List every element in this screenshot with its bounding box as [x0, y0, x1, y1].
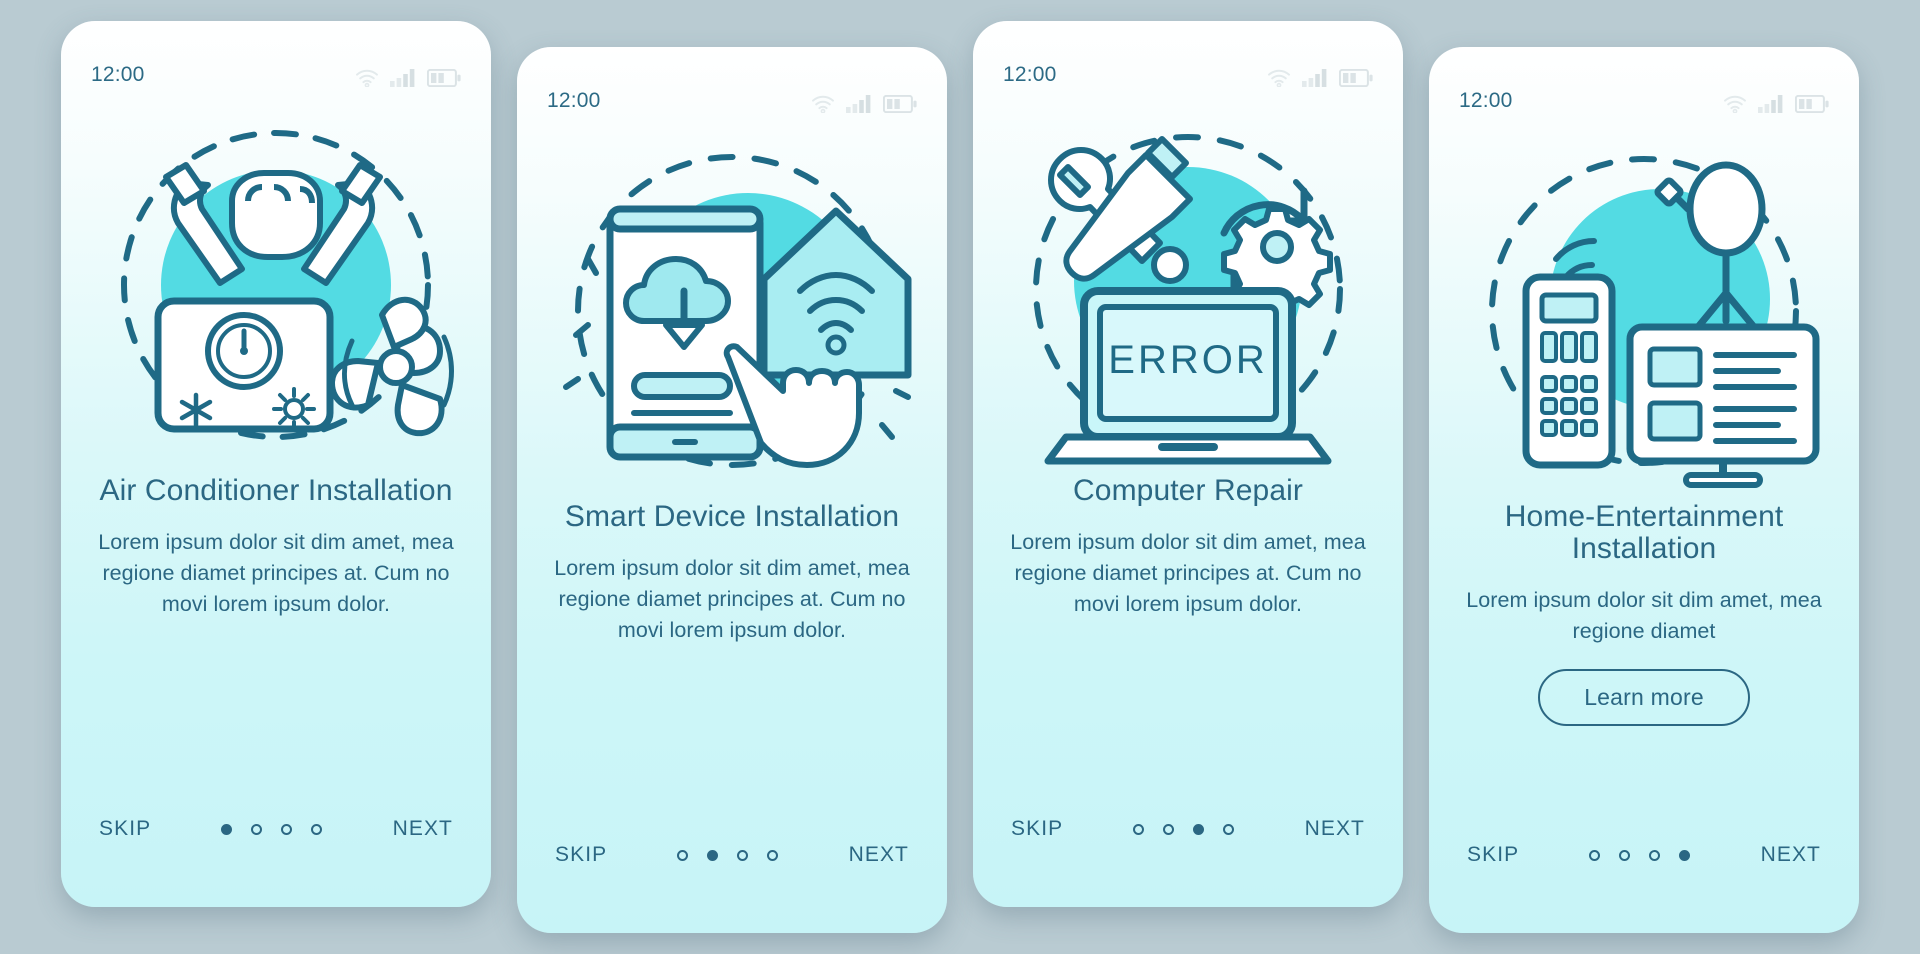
- page-title: Computer Repair: [1073, 474, 1303, 507]
- pagination-dot-1[interactable]: [677, 849, 689, 861]
- text-block: Smart Device Installation Lorem ipsum do…: [517, 501, 947, 646]
- onboarding-footer: SKIP NEXT: [517, 843, 947, 933]
- status-time: 12:00: [91, 63, 145, 86]
- page-description: Lorem ipsum dolor sit dim amet, mea regi…: [554, 555, 910, 642]
- onboarding-screen-computer-repair: 12:00 ERROR Computer Repair Lorem ipsum …: [973, 21, 1403, 907]
- signal-bars-icon: [390, 69, 415, 87]
- battery-icon: [883, 95, 917, 113]
- pagination-dots: [221, 823, 323, 835]
- signal-bars-icon: [1758, 95, 1783, 113]
- onboarding-screens-stage: 12:00 Air Conditioner Installation Lorem…: [0, 0, 1920, 954]
- wifi-icon: [1724, 95, 1746, 113]
- learn-more-button[interactable]: Learn more: [1538, 668, 1750, 726]
- pagination-dot-3[interactable]: [281, 823, 293, 835]
- skip-button[interactable]: SKIP: [1011, 817, 1063, 841]
- status-time: 12:00: [1459, 89, 1513, 112]
- battery-icon: [1339, 69, 1373, 87]
- laptop-error-text: ERROR: [1108, 338, 1267, 382]
- next-button[interactable]: NEXT: [393, 817, 453, 841]
- home-entertainment-illustration: [1429, 121, 1859, 501]
- page-title: Home-Entertainment Installation: [1504, 500, 1784, 565]
- status-bar: 12:00: [973, 21, 1403, 95]
- battery-icon: [1795, 95, 1829, 113]
- next-button[interactable]: NEXT: [1761, 843, 1821, 867]
- pagination-dots: [1133, 823, 1235, 835]
- wifi-icon: [1268, 69, 1290, 87]
- pagination-dots: [677, 849, 779, 861]
- status-icon-group: [355, 69, 461, 87]
- status-icon-group: [811, 95, 917, 113]
- skip-button[interactable]: SKIP: [555, 843, 607, 867]
- computer-repair-illustration: ERROR: [973, 95, 1403, 475]
- pagination-dot-2[interactable]: [1619, 849, 1631, 861]
- pagination-dot-3[interactable]: [1193, 823, 1205, 835]
- pagination-dot-2[interactable]: [707, 849, 719, 861]
- onboarding-footer: SKIP NEXT: [1429, 843, 1859, 933]
- page-description: Lorem ipsum dolor sit dim amet, mea regi…: [98, 529, 454, 616]
- skip-button[interactable]: SKIP: [99, 817, 151, 841]
- text-block: Computer Repair Lorem ipsum dolor sit di…: [973, 475, 1403, 620]
- page-description: Lorem ipsum dolor sit dim amet, mea regi…: [1466, 587, 1822, 643]
- next-button[interactable]: NEXT: [1305, 817, 1365, 841]
- status-bar: 12:00: [61, 21, 491, 95]
- status-icon-group: [1723, 95, 1829, 113]
- onboarding-screen-air-conditioner: 12:00 Air Conditioner Installation Lorem…: [61, 21, 491, 907]
- onboarding-footer: SKIP NEXT: [61, 817, 491, 907]
- pagination-dot-1[interactable]: [1133, 823, 1145, 835]
- page-title: Air Conditioner Installation: [99, 474, 453, 507]
- air-conditioner-illustration: [61, 95, 491, 475]
- page-title: Smart Device Installation: [564, 500, 900, 533]
- signal-bars-icon: [1302, 69, 1327, 87]
- cta-wrapper: Learn more: [1463, 668, 1825, 726]
- pagination-dot-4[interactable]: [1679, 849, 1691, 861]
- pagination-dot-2[interactable]: [251, 823, 263, 835]
- onboarding-screen-smart-device: 12:00 Smart Device Installation Lorem ip…: [517, 47, 947, 933]
- signal-bars-icon: [846, 95, 871, 113]
- pagination-dot-3[interactable]: [1649, 849, 1661, 861]
- next-button[interactable]: NEXT: [849, 843, 909, 867]
- pagination-dot-4[interactable]: [767, 849, 779, 861]
- status-time: 12:00: [547, 89, 601, 112]
- pagination-dot-4[interactable]: [1223, 823, 1235, 835]
- pagination-dot-1[interactable]: [221, 823, 233, 835]
- status-bar: 12:00: [1429, 47, 1859, 121]
- skip-button[interactable]: SKIP: [1467, 843, 1519, 867]
- wifi-icon: [356, 69, 378, 87]
- pagination-dot-1[interactable]: [1589, 849, 1601, 861]
- text-block: Home-Entertainment Installation Lorem ip…: [1429, 501, 1859, 726]
- onboarding-screen-home-entertainment: 12:00 Home-Entertainment Installation Lo…: [1429, 47, 1859, 933]
- wifi-icon: [812, 95, 834, 113]
- smart-device-illustration: [517, 121, 947, 501]
- pagination-dot-2[interactable]: [1163, 823, 1175, 835]
- status-icon-group: [1267, 69, 1373, 87]
- status-time: 12:00: [1003, 63, 1057, 86]
- battery-icon: [427, 69, 461, 87]
- onboarding-footer: SKIP NEXT: [973, 817, 1403, 907]
- pagination-dot-3[interactable]: [737, 849, 749, 861]
- text-block: Air Conditioner Installation Lorem ipsum…: [61, 475, 491, 620]
- pagination-dots: [1589, 849, 1691, 861]
- page-description: Lorem ipsum dolor sit dim amet, mea regi…: [1010, 529, 1366, 616]
- status-bar: 12:00: [517, 47, 947, 121]
- pagination-dot-4[interactable]: [311, 823, 323, 835]
